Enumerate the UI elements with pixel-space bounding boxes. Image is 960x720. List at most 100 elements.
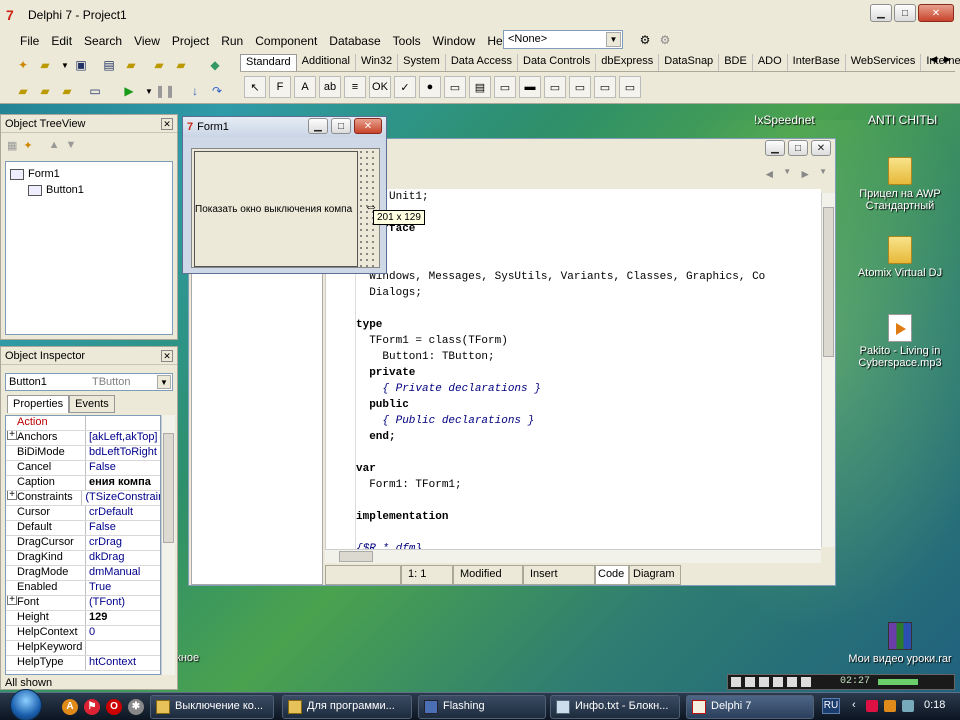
- new-icon[interactable]: ✦: [14, 56, 32, 74]
- close-button[interactable]: ✕: [811, 140, 831, 156]
- desktop-config-combo[interactable]: <None> ▼: [503, 30, 623, 49]
- tab-properties[interactable]: Properties: [7, 395, 70, 413]
- set-debug-desktop-icon[interactable]: ⚙: [656, 31, 674, 49]
- start-button[interactable]: [10, 689, 42, 720]
- mute-icon[interactable]: [801, 677, 811, 687]
- save-desktop-icon[interactable]: ⚙: [636, 31, 654, 49]
- code-line[interactable]: private: [356, 365, 765, 381]
- back-arrow-icon[interactable]: ◄: [763, 167, 775, 189]
- tree-node-button[interactable]: Button1: [10, 182, 168, 198]
- minimize-button[interactable]: ▁: [870, 4, 892, 22]
- code-line[interactable]: {$R *.dfm}: [356, 541, 765, 549]
- menu-search[interactable]: Search: [78, 32, 128, 50]
- menu-project[interactable]: Project: [166, 32, 215, 50]
- clock[interactable]: 0:18: [924, 699, 945, 711]
- minimize-button[interactable]: ▁: [308, 118, 328, 134]
- pause-icon[interactable]: ❚❚: [155, 82, 175, 100]
- task-flashing[interactable]: Flashing: [418, 695, 546, 719]
- chevron-down-icon[interactable]: ▼: [606, 32, 621, 47]
- close-button[interactable]: ✕: [354, 118, 382, 134]
- palette-scroll-right-icon[interactable]: ▶: [944, 54, 951, 65]
- code-line[interactable]: end;: [356, 429, 765, 445]
- palette-component-8[interactable]: ▤: [469, 76, 491, 98]
- code-line[interactable]: Form1: TForm1;: [356, 477, 765, 493]
- property-row[interactable]: Height 129: [6, 611, 160, 626]
- tab-events[interactable]: Events: [69, 395, 115, 413]
- open-icon[interactable]: ▰: [36, 56, 54, 74]
- palette-component-13[interactable]: ▭: [594, 76, 616, 98]
- palette-component-4[interactable]: OK: [369, 76, 391, 98]
- palette-tab-webservices[interactable]: WebServices: [846, 54, 922, 71]
- palette-component-5[interactable]: ✓: [394, 76, 416, 98]
- source-code[interactable]: unit Unit1;interfaceuses Windows, Messag…: [356, 189, 765, 549]
- desktop-label-speednet[interactable]: !xSpeednet: [754, 113, 815, 127]
- property-row[interactable]: Anchors[akLeft,akTop]: [6, 431, 160, 446]
- maximize-button[interactable]: □: [894, 4, 916, 22]
- tree-node-form[interactable]: Form1: [10, 166, 168, 182]
- property-value[interactable]: False: [86, 521, 116, 535]
- forward-arrow-icon[interactable]: ►: [799, 167, 811, 189]
- code-line[interactable]: Button1: TButton;: [356, 349, 765, 365]
- property-row[interactable]: Enabled True: [6, 581, 160, 596]
- property-value[interactable]: [86, 641, 89, 655]
- property-value[interactable]: dmManual: [86, 566, 140, 580]
- editor-vscrollbar[interactable]: [821, 193, 835, 547]
- property-row[interactable]: Caption ения компа: [6, 476, 160, 491]
- code-line[interactable]: Windows, Messages, SysUtils, Variants, C…: [356, 269, 765, 285]
- property-row[interactable]: HelpKeyword: [6, 641, 160, 656]
- scrollbar-thumb[interactable]: [339, 551, 373, 562]
- property-scrollbar[interactable]: [161, 415, 175, 675]
- code-line[interactable]: [356, 237, 765, 253]
- desktop-icon-mp3[interactable]: Pakito - Living in Cyberspace.mp3: [845, 314, 955, 369]
- save-all-icon[interactable]: ▤: [100, 56, 118, 74]
- desktop-label-anticheats[interactable]: ANTI CHITЫ: [868, 113, 937, 127]
- trace-into-icon[interactable]: ↓: [186, 82, 204, 100]
- tray-icon-1[interactable]: [866, 700, 878, 712]
- desktop-icon-awp[interactable]: Прицел на AWP Стандартный: [845, 157, 955, 212]
- scrollbar-thumb[interactable]: [823, 207, 834, 357]
- property-row[interactable]: HelpType htContext: [6, 656, 160, 671]
- palette-component-11[interactable]: ▭: [544, 76, 566, 98]
- open-project-icon[interactable]: ▰: [122, 56, 140, 74]
- menu-tools[interactable]: Tools: [387, 32, 427, 50]
- form-client-area[interactable]: Показать окно выключения компа: [191, 148, 380, 268]
- property-value[interactable]: (TSizeConstrain: [82, 491, 160, 505]
- property-value[interactable]: False: [86, 461, 116, 475]
- help-icon[interactable]: ◆: [206, 56, 224, 74]
- task-delphi[interactable]: Delphi 7: [686, 695, 814, 719]
- menu-view[interactable]: View: [128, 32, 166, 50]
- close-icon[interactable]: ✕: [161, 117, 173, 130]
- language-indicator[interactable]: RU: [822, 698, 840, 714]
- palette-component-7[interactable]: ▭: [444, 76, 466, 98]
- desktop-partial-label[interactable]: кное: [176, 652, 199, 664]
- stop-icon[interactable]: [759, 677, 769, 687]
- property-value[interactable]: (TFont): [86, 596, 125, 610]
- code-line[interactable]: TForm1 = class(TForm): [356, 333, 765, 349]
- property-value[interactable]: bdLeftToRight: [86, 446, 157, 460]
- palette-tab-internet[interactable]: Internet: [921, 54, 960, 71]
- network-icon[interactable]: ✱: [128, 699, 144, 715]
- menu-run[interactable]: Run: [215, 32, 249, 50]
- task-for-programs[interactable]: Для программи...: [282, 695, 412, 719]
- tab-code[interactable]: Code: [595, 565, 629, 585]
- palette-tab-standard[interactable]: Standard: [240, 54, 297, 71]
- pointer-tool-icon[interactable]: ↖: [244, 76, 266, 98]
- property-row[interactable]: BiDiMode bdLeftToRight: [6, 446, 160, 461]
- pause-icon[interactable]: [745, 677, 755, 687]
- palette-tab-bde[interactable]: BDE: [719, 54, 753, 71]
- form-designer[interactable]: 7 Form1 ▁ □ ✕ Показать окно выключения к…: [182, 116, 387, 274]
- palette-tab-datasnap[interactable]: DataSnap: [659, 54, 720, 71]
- code-line[interactable]: implementation: [356, 509, 765, 525]
- palette-component-6[interactable]: ●: [419, 76, 441, 98]
- property-value[interactable]: [86, 416, 89, 430]
- desktop-icon-virtualdj[interactable]: Atomix Virtual DJ: [845, 236, 955, 279]
- view-form-icon[interactable]: ▰: [36, 82, 54, 100]
- aimp-icon[interactable]: A: [62, 699, 78, 715]
- property-row[interactable]: Default False: [6, 521, 160, 536]
- palette-component-12[interactable]: ▭: [569, 76, 591, 98]
- property-row[interactable]: DragMode dmManual: [6, 566, 160, 581]
- palette-component-2[interactable]: ab: [319, 76, 341, 98]
- property-row[interactable]: Cancel False: [6, 461, 160, 476]
- palette-tab-dbexpress[interactable]: dbExpress: [596, 54, 660, 71]
- play-icon[interactable]: [731, 677, 741, 687]
